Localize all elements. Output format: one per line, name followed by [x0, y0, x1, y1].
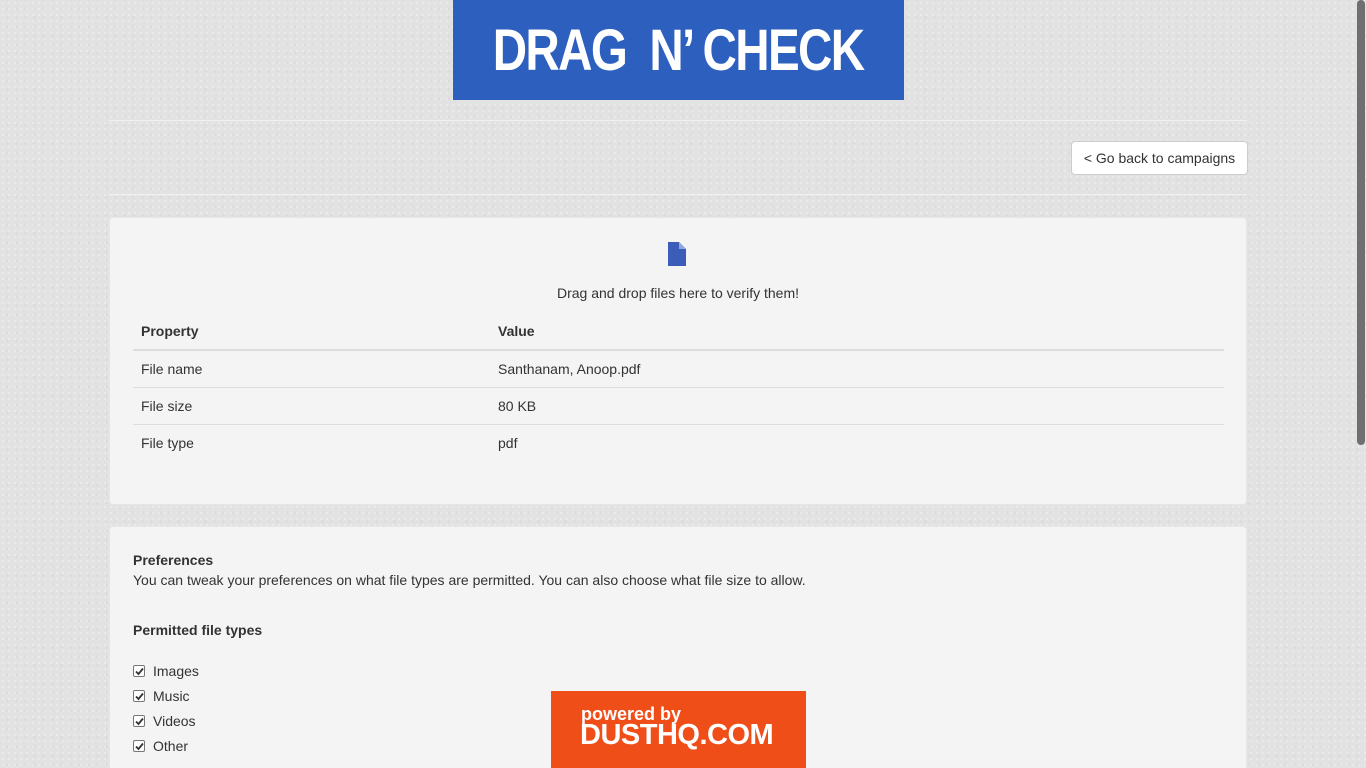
divider	[109, 120, 1247, 121]
table-row: File type pdf	[133, 424, 1224, 461]
checkbox-label: Music	[153, 688, 190, 704]
checkbox-label: Other	[153, 738, 189, 754]
file-icon	[668, 242, 686, 266]
checkbox-box[interactable]	[133, 715, 145, 727]
dropzone-text: Drag and drop files here to verify them!	[556, 285, 799, 301]
checkmark-icon	[134, 667, 144, 675]
table-row: File name Santhanam, Anoop.pdf	[133, 350, 1224, 388]
column-header-value: Value	[490, 312, 1224, 351]
scrollbar-thumb[interactable]	[1357, 0, 1365, 445]
property-name: File size	[133, 387, 490, 425]
checkbox-box[interactable]	[133, 665, 145, 677]
table-header-row: Property Value	[133, 312, 1224, 351]
dropzone-panel[interactable]: Drag and drop files here to verify them!…	[109, 217, 1247, 505]
preferences-title: Preferences	[133, 552, 214, 568]
property-value: pdf	[498, 434, 518, 451]
property-name: File name	[133, 350, 490, 388]
table-row: File size 80 KB	[133, 387, 1224, 425]
checkmark-icon	[134, 717, 144, 725]
permitted-file-types-title: Permitted file types	[133, 622, 263, 638]
preferences-description: You can tweak your preferences on what f…	[133, 572, 806, 588]
go-back-to-campaigns-button[interactable]: < Go back to campaigns	[1071, 141, 1248, 175]
checkbox-music[interactable]: Music	[133, 686, 190, 706]
checkbox-box[interactable]	[133, 690, 145, 702]
logo-text: DRAG N’ CHECK	[493, 17, 865, 83]
checkbox-label: Videos	[153, 713, 196, 729]
property-name: File type	[141, 434, 194, 451]
app-logo: DRAG N’ CHECK	[453, 0, 904, 100]
checkbox-other[interactable]: Other	[133, 736, 188, 756]
divider	[109, 194, 1247, 195]
checkmark-icon	[134, 692, 144, 700]
dusthq-brand-text: DUSTHQ.COM	[580, 719, 774, 751]
property-value: 80 KB	[490, 387, 1224, 425]
checkbox-images[interactable]: Images	[133, 661, 199, 681]
checkbox-box[interactable]	[133, 740, 145, 752]
property-value: Santhanam, Anoop.pdf	[490, 350, 1224, 388]
checkbox-label: Images	[153, 663, 199, 679]
file-properties-table: Property Value File name Santhanam, Anoo…	[133, 312, 1224, 461]
column-header-property: Property	[133, 312, 490, 351]
checkmark-icon	[134, 742, 144, 750]
powered-by-dusthq-badge[interactable]: powered by DUSTHQ.COM	[551, 691, 806, 768]
page-scrollbar[interactable]	[1355, 0, 1366, 768]
checkbox-videos[interactable]: Videos	[133, 711, 196, 731]
